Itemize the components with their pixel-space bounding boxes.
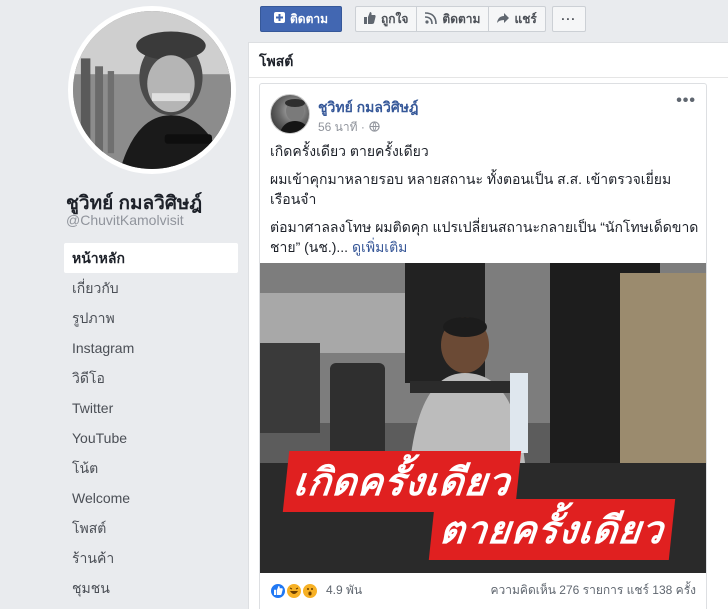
like-reaction-icon [270, 582, 286, 599]
like-page-button[interactable]: ถูกใจ [355, 6, 418, 32]
main-content: โพสต์ ชูวิทย์ กมลวิศิษฎ์ 56 นาที · ••• เ… [248, 42, 728, 609]
globe-icon [369, 120, 380, 135]
profile-picture-frame[interactable] [68, 6, 236, 174]
haha-reaction-icon [286, 582, 302, 599]
share-page-label: แชร์ [514, 11, 537, 26]
nav-item-welcome[interactable]: Welcome [64, 483, 238, 513]
see-more-link[interactable]: ดูเพิ่มเติม [352, 239, 407, 255]
nav-item-videos[interactable]: วิดีโอ [64, 363, 238, 393]
following-label: ติดตาม [442, 11, 481, 26]
nav-item-shop[interactable]: ร้านค้า [64, 543, 238, 573]
image-caption-bottom: ตายครั้งเดียว [428, 499, 676, 560]
nav-item-about[interactable]: เกี่ยวกับ [64, 273, 238, 303]
post-meta: 56 นาที · [318, 118, 380, 137]
post-image[interactable]: เกิดครั้งเดียว ตายครั้งเดียว [260, 263, 706, 573]
follow-button-label: ติดตาม [289, 11, 329, 26]
following-button[interactable]: ติดตาม [416, 6, 490, 32]
page-actions-group: ถูกใจ ติดตาม แชร์ ··· [355, 6, 586, 32]
nav-item-photos[interactable]: รูปภาพ [64, 303, 238, 333]
thumbs-up-icon [364, 11, 376, 27]
page-action-bar: ติดตาม ถูกใจ ติดตาม แชร์ ··· [248, 0, 728, 36]
post-author-avatar[interactable] [270, 94, 310, 134]
nav-item-community[interactable]: ชุมชน [64, 573, 238, 603]
post-paragraph: ต่อมาศาลลงโทษ ผมติดคุก แปรเปลี่ยนสถานะกล… [270, 217, 700, 257]
post-options-icon[interactable]: ••• [676, 92, 696, 110]
wow-reaction-icon [302, 582, 318, 599]
left-sidebar: ชูวิทย์ กมลวิศิษฎ์ @ChuvitKamolvisit หน้… [0, 0, 248, 609]
nav-item-twitter[interactable]: Twitter [64, 393, 238, 423]
follow-button[interactable]: ติดตาม [260, 6, 342, 32]
reaction-count: 4.9 พัน [326, 583, 363, 597]
profile-picture[interactable] [73, 11, 231, 169]
like-page-label: ถูกใจ [381, 11, 409, 26]
post-paragraph: ผมเข้าคุกมาหลายรอบ หลายสถานะ ทั้งตอนเป็น… [270, 171, 672, 207]
page-nav: หน้าหลัก เกี่ยวกับ รูปภาพ Instagram วิดี… [64, 243, 238, 603]
more-dots-icon: ··· [561, 12, 577, 26]
section-divider [249, 77, 728, 78]
more-options-button[interactable]: ··· [551, 6, 586, 32]
plus-page-icon [273, 12, 285, 26]
nav-item-youtube[interactable]: YouTube [64, 423, 238, 453]
post-author-name[interactable]: ชูวิทย์ กมลวิศิษฎ์ [318, 97, 418, 119]
post-paragraph-text: ต่อมาศาลลงโทษ ผมติดคุก แปรเปลี่ยนสถานะกล… [270, 219, 699, 255]
rss-icon [425, 11, 438, 27]
post-avatar-illustration [279, 99, 309, 133]
comment-share-counts[interactable]: ความคิดเห็น 276 รายการ แชร์ 138 ครั้ง [491, 581, 696, 600]
profile-photo-illustration [73, 11, 231, 169]
reaction-summary[interactable]: 4.9 พัน [270, 581, 362, 600]
posts-section-title: โพสต์ [259, 53, 294, 69]
post-paragraph: เกิดครั้งเดียว ตายครั้งเดียว [270, 143, 429, 159]
nav-item-notes[interactable]: โน้ต [64, 453, 238, 483]
nav-item-posts[interactable]: โพสต์ [64, 513, 238, 543]
post-card: ชูวิทย์ กมลวิศิษฎ์ 56 นาที · ••• เกิดครั… [259, 83, 707, 609]
share-arrow-icon [497, 12, 510, 27]
nav-item-home[interactable]: หน้าหลัก [64, 243, 238, 273]
nav-item-instagram[interactable]: Instagram [64, 333, 238, 363]
page-handle[interactable]: @ChuvitKamolvisit [66, 212, 184, 228]
post-body: เกิดครั้งเดียว ตายครั้งเดียว ผมเข้าคุกมา… [270, 141, 700, 265]
share-page-button[interactable]: แชร์ [488, 6, 546, 32]
post-timestamp[interactable]: 56 นาที · [318, 118, 365, 137]
